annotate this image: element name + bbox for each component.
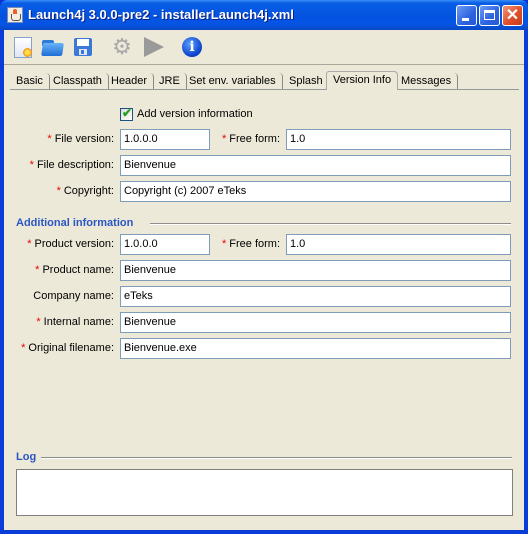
product-name-label: * Product name: — [35, 264, 114, 276]
product-name-input[interactable]: Bienvenue — [120, 260, 511, 281]
required-marker: * — [56, 185, 61, 197]
required-marker: * — [221, 133, 227, 145]
tab-divider — [10, 89, 519, 90]
close-icon: ✕ — [505, 7, 520, 24]
required-marker: * — [27, 238, 32, 250]
about-button[interactable]: i — [181, 36, 203, 58]
internal-name-label: * Internal name: — [36, 316, 114, 328]
file-description-label: * File description: — [29, 159, 114, 171]
additional-info-title: Additional information — [16, 217, 134, 229]
java-app-icon[interactable] — [7, 7, 23, 23]
tab-bar: Basic Classpath Header JRE Set env. vari… — [10, 71, 520, 90]
additional-info-separator — [150, 223, 511, 225]
play-icon — [144, 37, 164, 57]
test-wrapper-button[interactable] — [141, 36, 164, 58]
app-window: Launch4j 3.0.0-pre2 - installerLaunch4j.… — [0, 0, 528, 534]
file-description-input[interactable]: Bienvenue — [120, 155, 511, 176]
build-wrapper-button[interactable]: ⚙ — [111, 36, 133, 58]
title-bar[interactable]: Launch4j 3.0.0-pre2 - installerLaunch4j.… — [0, 0, 528, 30]
product-free-form-label: * Free form: — [221, 238, 280, 250]
log-separator — [41, 457, 512, 459]
maximize-icon — [484, 10, 495, 20]
copyright-input[interactable]: Copyright (c) 2007 eTeks — [120, 181, 511, 202]
tab-header[interactable]: Header — [105, 73, 155, 90]
tab-version-info[interactable]: Version Info — [326, 71, 399, 90]
internal-name-input[interactable]: Bienvenue — [120, 312, 511, 333]
log-textarea[interactable] — [16, 469, 513, 516]
product-free-form-input[interactable]: 1.0 — [286, 234, 511, 255]
product-version-label: * Product version: — [27, 238, 114, 250]
tab-classpath[interactable]: Classpath — [47, 73, 109, 90]
open-config-button[interactable] — [41, 36, 64, 58]
new-config-button[interactable] — [12, 36, 34, 58]
file-free-form-input[interactable]: 1.0 — [286, 129, 511, 150]
tab-jre[interactable]: JRE — [153, 73, 187, 90]
required-marker: * — [35, 264, 40, 276]
info-icon: i — [182, 37, 202, 57]
required-marker: * — [221, 238, 227, 250]
client-area: ⚙ i Basic Classpath Header JRE Set env. … — [4, 30, 524, 530]
required-marker: * — [47, 133, 52, 145]
minimize-icon — [462, 18, 469, 21]
checkmark-icon: ✔ — [122, 106, 133, 120]
file-free-form-label: * Free form: — [221, 133, 280, 145]
tab-basic[interactable]: Basic — [10, 73, 50, 90]
company-name-label: Company name: — [33, 290, 114, 302]
add-version-info-checkbox[interactable]: ✔ — [120, 106, 133, 121]
product-version-input[interactable]: 1.0.0.0 — [120, 234, 210, 255]
window-title: Launch4j 3.0.0-pre2 - installerLaunch4j.… — [28, 7, 294, 22]
tab-splash[interactable]: Splash — [283, 73, 330, 90]
tab-messages[interactable]: Messages — [395, 73, 459, 90]
file-version-label: * File version: — [47, 133, 114, 145]
required-marker: * — [21, 342, 26, 354]
toolbar: ⚙ i — [4, 30, 524, 65]
file-version-input[interactable]: 1.0.0.0 — [120, 129, 210, 150]
original-filename-input[interactable]: Bienvenue.exe — [120, 338, 511, 359]
close-button[interactable]: ✕ — [502, 5, 523, 26]
original-filename-label: * Original filename: — [21, 342, 114, 354]
company-name-input[interactable]: eTeks — [120, 286, 511, 307]
maximize-button[interactable] — [479, 5, 500, 26]
log-title: Log — [16, 451, 37, 463]
required-marker: * — [29, 159, 34, 171]
required-marker: * — [36, 316, 41, 328]
gear-icon: ⚙ — [112, 34, 132, 59]
minimize-button[interactable] — [456, 5, 477, 26]
copyright-label: * Copyright: — [56, 185, 114, 197]
add-version-info-label[interactable]: Add version information — [137, 108, 253, 120]
tab-set-env-variables[interactable]: Set env. variables — [183, 73, 283, 90]
save-config-button[interactable] — [72, 36, 94, 58]
